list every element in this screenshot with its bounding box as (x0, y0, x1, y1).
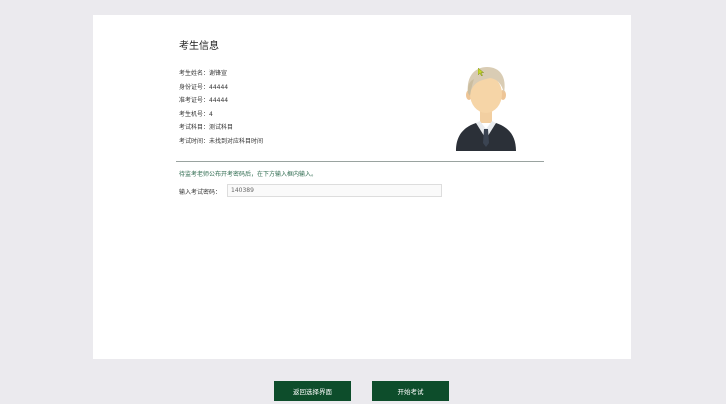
info-row-exam-time: 考试时间：未找到对应科目时间 (179, 135, 263, 149)
info-label: 考试时间： (179, 137, 210, 145)
user-avatar-icon (456, 67, 516, 151)
info-label: 身份证号： (179, 83, 210, 91)
info-label: 考试科目： (179, 124, 210, 132)
mouse-cursor-icon (478, 68, 484, 76)
info-row-admission-number: 准考证号：44444 (179, 94, 263, 108)
exam-login-screen: 考生信息 考生姓名：谢锋宣 身份证号：44444 准考证号：44444 考生机号… (0, 0, 726, 404)
info-row-id-number: 身份证号：44444 (179, 81, 263, 95)
back-to-selection-button[interactable]: 返回选择界面 (274, 381, 351, 401)
candidate-info-panel: 考生信息 考生姓名：谢锋宣 身份证号：44444 准考证号：44444 考生机号… (93, 15, 631, 359)
info-row-machine-number: 考生机号：4 (179, 108, 263, 122)
password-notice: 待监考老师公布开考密码后，在下方输入框内输入。 (179, 171, 318, 178)
section-divider (176, 161, 544, 162)
password-input[interactable] (227, 184, 442, 197)
info-value: 4 (209, 110, 213, 118)
info-label: 考生机号： (179, 110, 210, 118)
password-label: 输入考试密码： (179, 189, 222, 196)
start-exam-button[interactable]: 开始考试 (372, 381, 449, 401)
info-value: 谢锋宣 (209, 70, 228, 77)
info-label: 准考证号： (179, 97, 210, 105)
info-value: 未找到对应科目时间 (209, 137, 264, 145)
info-value: 44444 (209, 97, 229, 105)
info-row-subject: 考试科目：测试科目 (179, 121, 263, 135)
info-label: 考生姓名： (179, 70, 210, 77)
info-value: 44444 (209, 83, 229, 91)
candidate-info-list: 考生姓名：谢锋宣 身份证号：44444 准考证号：44444 考生机号：4 考试… (179, 67, 263, 149)
info-value: 测试科目 (209, 124, 234, 132)
info-row-name: 考生姓名：谢锋宣 (179, 67, 263, 81)
page-title: 考生信息 (179, 41, 219, 52)
